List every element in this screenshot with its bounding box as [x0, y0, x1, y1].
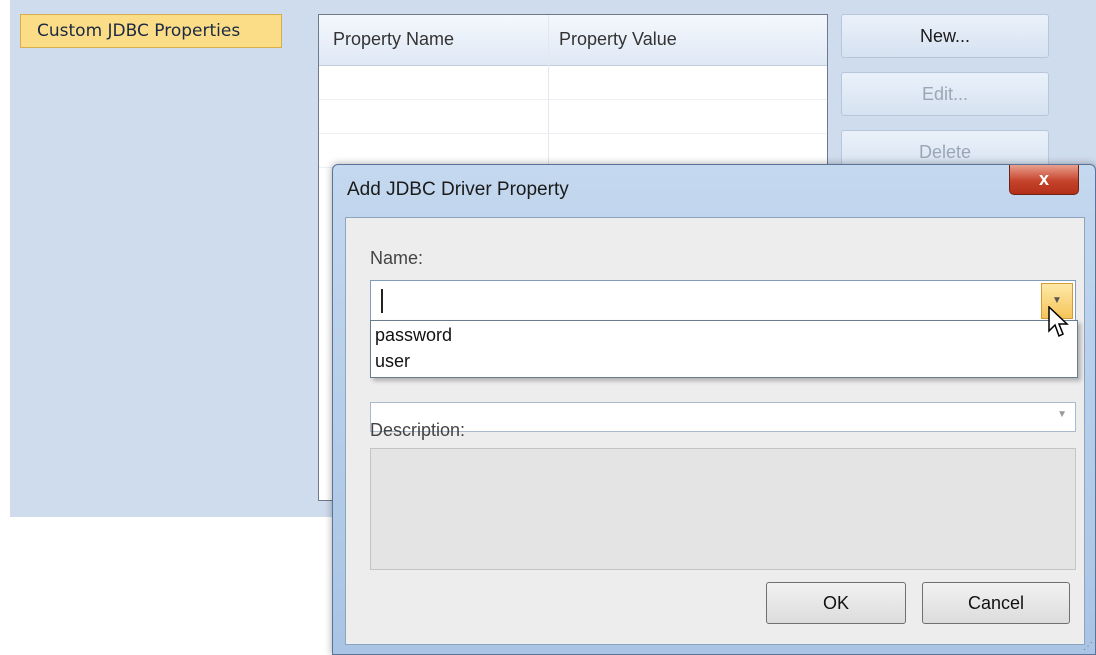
- ok-button[interactable]: OK: [766, 582, 906, 624]
- table-row: [319, 133, 827, 134]
- name-options-list[interactable]: password user: [370, 320, 1078, 378]
- column-header-property-name[interactable]: Property Name: [333, 29, 454, 50]
- option-password[interactable]: password: [375, 325, 452, 346]
- name-label: Name:: [370, 248, 424, 268]
- close-icon: x: [1038, 169, 1049, 189]
- option-user[interactable]: user: [375, 351, 410, 372]
- new-button-label: New...: [919, 26, 971, 46]
- description-label: Description:: [370, 420, 466, 440]
- cancel-button[interactable]: Cancel: [922, 582, 1070, 624]
- column-header-property-value[interactable]: Property Value: [559, 29, 677, 50]
- delete-button-label: Delete: [918, 142, 972, 162]
- name-combobox[interactable]: ▼: [370, 280, 1076, 322]
- chevron-down-icon: ▼: [1052, 295, 1062, 306]
- table-header: Property Name Property Value: [319, 15, 827, 66]
- dialog-title: Add JDBC Driver Property: [347, 179, 569, 200]
- add-property-dialog: Add JDBC Driver Property x Name: ▼ passw…: [332, 164, 1096, 655]
- category-custom-jdbc-properties[interactable]: Custom JDBC Properties: [20, 14, 282, 48]
- resize-grip-icon[interactable]: ⋰: [1083, 641, 1093, 652]
- mouse-pointer-icon: [1048, 306, 1069, 338]
- edit-button-label: Edit...: [921, 84, 969, 104]
- new-button[interactable]: New...: [841, 14, 1049, 58]
- ok-button-label: OK: [822, 593, 849, 613]
- table-row: [319, 99, 827, 100]
- text-caret: [381, 289, 383, 313]
- cancel-button-label: Cancel: [967, 593, 1025, 613]
- value-chevron-down-icon[interactable]: ▼: [1057, 409, 1067, 420]
- edit-button[interactable]: Edit...: [841, 72, 1049, 116]
- value-combobox[interactable]: ▼: [370, 402, 1076, 432]
- close-button[interactable]: x: [1009, 165, 1079, 195]
- description-box: [370, 448, 1076, 570]
- dialog-body: Name: ▼ password user ▼ Description: OK …: [345, 217, 1085, 645]
